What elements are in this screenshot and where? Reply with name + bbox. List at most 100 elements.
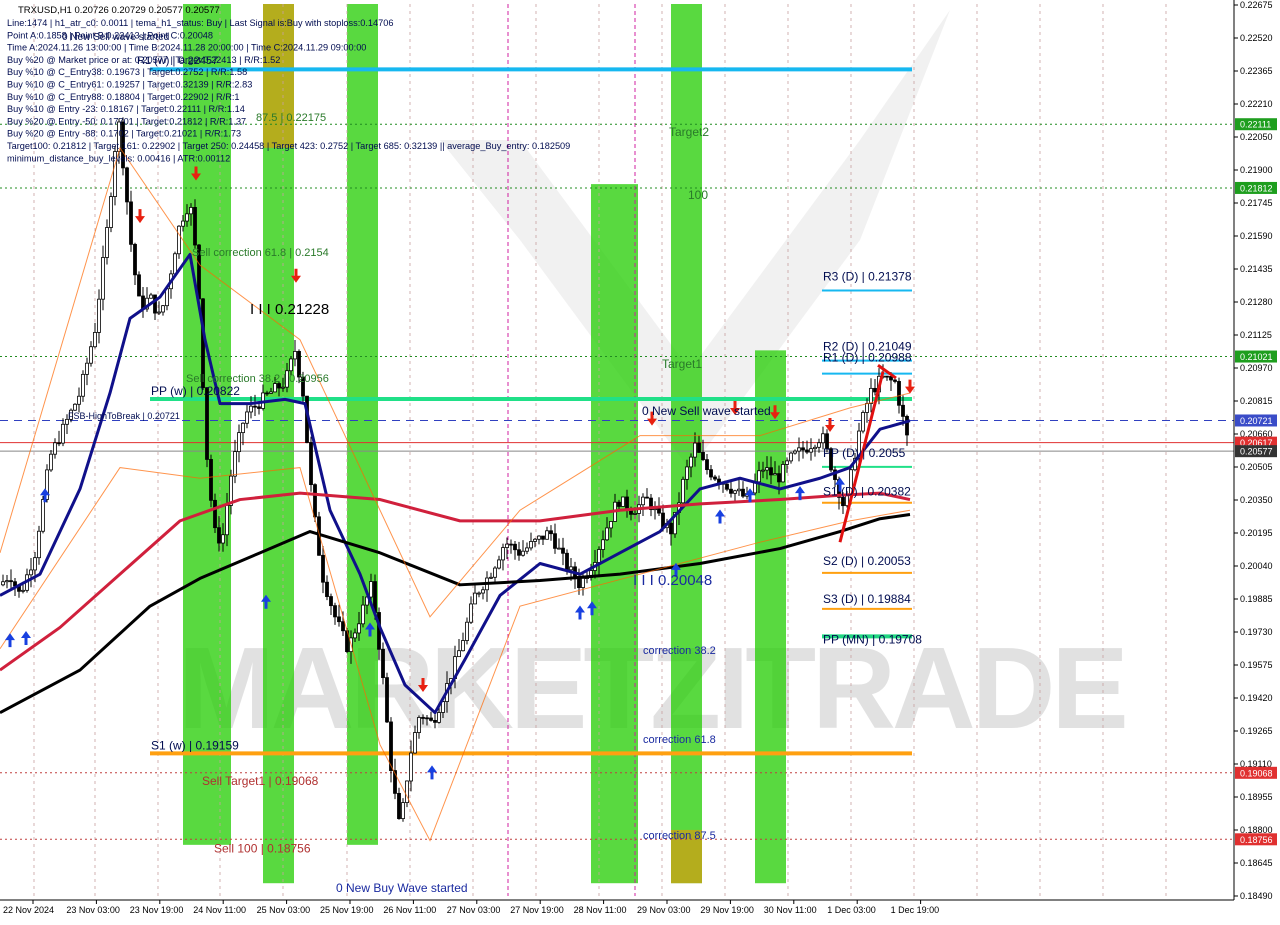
candle-body — [869, 387, 873, 404]
candle-body — [757, 470, 761, 483]
time-tick-label: 30 Nov 11:00 — [764, 905, 817, 915]
candle-body — [465, 621, 469, 641]
label-s1-d: S1 (D) | 0.20382 — [823, 485, 911, 499]
candle-body — [33, 557, 37, 571]
candle-body — [29, 569, 33, 576]
candle-body — [741, 488, 745, 497]
candle-body — [517, 549, 521, 556]
candle-body — [241, 422, 245, 434]
candle-body — [245, 411, 249, 424]
time-tick-label: 26 Nov 11:00 — [383, 905, 436, 915]
candle-body — [337, 616, 341, 623]
candle-body — [561, 547, 565, 554]
candle-body — [381, 648, 385, 679]
candle-body — [369, 581, 373, 598]
label-sell-corr-875: 87.5 | 0.22175 — [256, 112, 326, 124]
price-tick-label: 0.19885 — [1240, 594, 1273, 604]
candle-body — [153, 294, 157, 314]
price-tick-label: 0.19730 — [1240, 627, 1273, 637]
candle-body — [57, 442, 61, 445]
candle-body — [89, 346, 93, 364]
price-tick-label: 0.21280 — [1240, 297, 1273, 307]
candle-body — [73, 403, 77, 411]
info-line: Buy %10 @ C_Entry61: 0.19257 | Target:0.… — [7, 80, 252, 90]
label-pp-d: PP (D) | 0.2055 — [823, 446, 906, 460]
candle-body — [669, 522, 673, 535]
price-tick-label: 0.22365 — [1240, 66, 1273, 76]
candle-body — [413, 732, 417, 754]
info-line: Buy %10 @ Entry -23: 0.18167 | Target:0.… — [7, 104, 245, 114]
label-hundred: 100 — [688, 188, 708, 202]
candle-body — [61, 423, 65, 444]
candle-body — [213, 499, 217, 529]
candle-body — [873, 387, 877, 393]
candle-body — [85, 362, 89, 375]
candle-body — [189, 207, 193, 215]
candle-body — [409, 752, 413, 782]
price-tag-label: 0.20721 — [1240, 416, 1273, 426]
candle-body — [357, 623, 361, 634]
candle-body — [177, 225, 181, 255]
candle-body — [217, 527, 221, 544]
candle-body — [581, 577, 585, 589]
candle-body — [105, 227, 109, 258]
time-tick-label: 1 Dec 03:00 — [827, 905, 876, 915]
label-sell-100: Sell 100 | 0.18756 — [214, 841, 311, 855]
price-tick-label: 0.18645 — [1240, 858, 1273, 868]
price-tag-label: 0.18756 — [1240, 835, 1273, 845]
time-tick-label: 22 Nov 2024 — [3, 905, 54, 915]
label-r1-d: R1 (D) | 0.20988 — [823, 351, 912, 365]
candle-body — [53, 442, 57, 455]
candle-body — [209, 459, 213, 501]
price-tick-label: 0.22675 — [1240, 0, 1273, 10]
label-pp-mn: PP (MN) | 0.19708 — [823, 632, 922, 646]
candle-body — [429, 717, 433, 721]
candle-body — [125, 167, 129, 203]
label-sell-target1: Sell Target1 | 0.19068 — [202, 774, 319, 788]
candle-body — [233, 451, 237, 477]
candle-body — [509, 543, 513, 546]
price-tick-label: 0.20505 — [1240, 462, 1273, 472]
candle-body — [129, 201, 133, 245]
info-line: minimum_distance_buy_levels: 0.00416 | A… — [7, 153, 230, 163]
label-target2: Target2 — [669, 125, 709, 139]
candle-body — [557, 547, 561, 550]
candle-body — [821, 433, 825, 444]
time-tick-label: 27 Nov 19:00 — [510, 905, 564, 915]
candle-body — [469, 603, 473, 623]
candle-body — [437, 712, 441, 723]
candle-body — [417, 717, 421, 733]
price-tick-label: 0.21125 — [1240, 330, 1272, 340]
price-tick-label: 0.19575 — [1240, 660, 1273, 670]
candle-body — [193, 207, 197, 246]
candle-body — [97, 298, 101, 333]
price-tick-label: 0.22050 — [1240, 132, 1273, 142]
candle-body — [553, 533, 557, 549]
candle-body — [577, 578, 581, 589]
price-tick-label: 0.22520 — [1240, 33, 1273, 43]
info-line: Buy %20 @ Entry -88: 0.1702 | Target:0.2… — [7, 129, 241, 139]
price-tick-label: 0.20815 — [1240, 396, 1273, 406]
candle-body — [809, 448, 813, 453]
candle-body — [313, 484, 317, 518]
candle-body — [481, 589, 485, 594]
candle-body — [705, 459, 709, 471]
time-tick-label: 27 Nov 03:00 — [447, 905, 501, 915]
candle-body — [493, 567, 497, 578]
candle-body — [565, 552, 569, 571]
candle-body — [709, 469, 713, 478]
candle-body — [457, 650, 461, 658]
candle-body — [81, 373, 85, 397]
candle-body — [701, 452, 705, 461]
candle-body — [181, 220, 185, 227]
candle-body — [329, 596, 333, 607]
candle-body — [685, 466, 689, 480]
label-target1: Target1 — [662, 357, 702, 371]
price-tick-label: 0.20350 — [1240, 495, 1273, 505]
candle-body — [101, 257, 105, 300]
label-s1-w: S1 (w) | 0.19159 — [151, 738, 239, 752]
candle-body — [521, 550, 525, 556]
candle-body — [353, 632, 357, 639]
candle-body — [781, 464, 785, 483]
candle-body — [249, 405, 253, 413]
